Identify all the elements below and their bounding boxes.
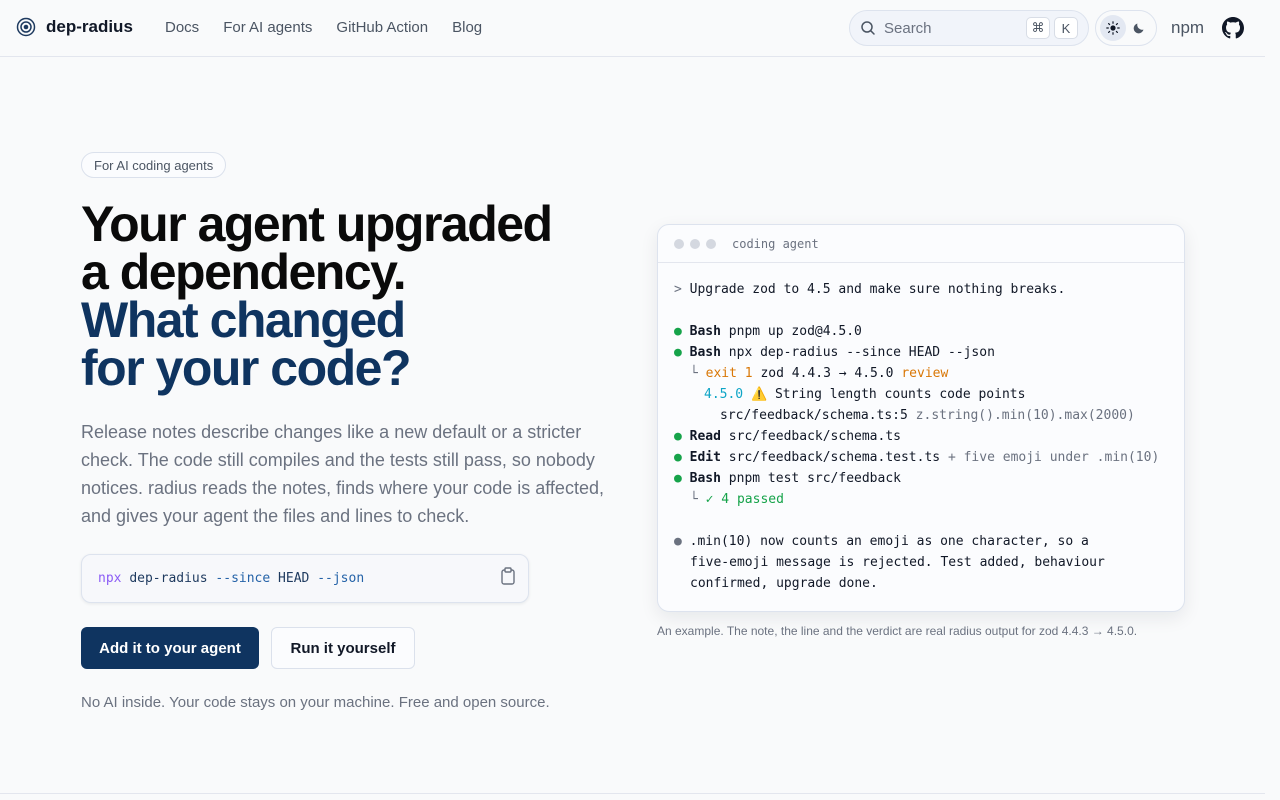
terminal-line: ● Bash pnpm test src/feedback [674, 471, 901, 486]
window-dot-icon [674, 238, 684, 249]
install-command: npx dep-radius --since HEAD --json [81, 554, 529, 603]
cmd-flag-json: --json [317, 571, 365, 586]
main-nav: Docs For AI agents GitHub Action Blog [165, 19, 482, 36]
terminal-window: coding agent > Upgrade zod to 4.5 and ma… [657, 224, 1185, 612]
terminal-caption: An example. The note, the line and the v… [657, 624, 1138, 638]
npm-link[interactable]: npm [1171, 18, 1204, 38]
nav-github-action[interactable]: GitHub Action [336, 19, 428, 36]
search-shortcut-cmd: ⌘ [1026, 17, 1050, 39]
nav-blog[interactable]: Blog [452, 19, 482, 36]
github-icon[interactable] [1222, 17, 1244, 39]
hero-headline: Your agent upgraded a dependency. What c… [81, 196, 641, 396]
terminal-line: ● Edit src/feedback/schema.test.ts + fiv… [674, 450, 1160, 465]
headline-line-4: for your code? [81, 340, 412, 396]
nav-for-ai-agents[interactable]: For AI agents [223, 19, 312, 36]
nav-docs[interactable]: Docs [165, 19, 199, 36]
headline-line-3: What changed [81, 292, 406, 348]
terminal-summary-line: five-emoji message is rejected. Test add… [690, 555, 1105, 570]
terminal-output: > Upgrade zod to 4.5 and make sure nothi… [658, 263, 1184, 594]
headline-line-1: Your agent upgraded [81, 196, 553, 252]
terminal-titlebar: coding agent [658, 225, 1184, 263]
cmd-arg-head: HEAD [278, 571, 310, 586]
add-to-agent-button[interactable]: Add it to your agent [81, 627, 259, 669]
brand-name: dep-radius [46, 17, 133, 36]
terminal-line: └ exit 1 zod 4.4.3 → 4.5.0 review [690, 366, 949, 381]
search-placeholder: Search [884, 19, 932, 37]
headline-line-2: a dependency. [81, 244, 407, 300]
brand-link[interactable]: dep-radius [16, 17, 133, 37]
moon-icon [1133, 23, 1144, 34]
cmd-npx: npx [98, 571, 122, 586]
terminal-line: ● Bash npx dep-radius --since HEAD --jso… [674, 345, 995, 360]
search-button[interactable]: Search ⌘ K [849, 10, 1089, 46]
hero-footnote: No AI inside. Your code stays on your ma… [81, 694, 550, 711]
terminal-summary-line: confirmed, upgrade done. [690, 576, 878, 591]
section-divider [0, 793, 1265, 794]
radius-logo-icon [16, 17, 36, 37]
terminal-line: 4.5.0 ⚠️ String length counts code point… [704, 387, 1026, 402]
terminal-line: └ ✓ 4 passed [690, 492, 784, 507]
window-dot-icon [690, 238, 700, 249]
cmd-package: dep-radius [129, 571, 208, 586]
search-shortcut-k: K [1054, 17, 1078, 39]
terminal-line: ● Bash pnpm up zod@4.5.0 [674, 324, 862, 339]
window-dot-icon [706, 238, 716, 249]
audience-badge: For AI coding agents [81, 152, 227, 178]
site-header: dep-radius Docs For AI agents GitHub Act… [0, 0, 1265, 57]
hero-description: Release notes describe changes like a ne… [81, 422, 604, 526]
search-icon [861, 21, 875, 35]
run-yourself-button[interactable]: Run it yourself [271, 627, 415, 669]
terminal-line: ● Read src/feedback/schema.ts [674, 429, 901, 444]
terminal-summary-line: ● .min(10) now counts an emoji as one ch… [674, 534, 1089, 549]
light-theme-button[interactable] [1100, 15, 1126, 41]
terminal-title: coding agent [732, 236, 819, 251]
terminal-prompt-line: > Upgrade zod to 4.5 and make sure nothi… [674, 282, 1066, 297]
cmd-flag-since: --since [215, 571, 271, 586]
clipboard-icon[interactable] [500, 567, 516, 585]
sun-icon [1106, 21, 1120, 35]
theme-toggle [1095, 10, 1157, 46]
terminal-line: src/feedback/schema.ts:5 z.string().min(… [720, 408, 1135, 423]
dark-theme-button[interactable] [1126, 15, 1152, 41]
